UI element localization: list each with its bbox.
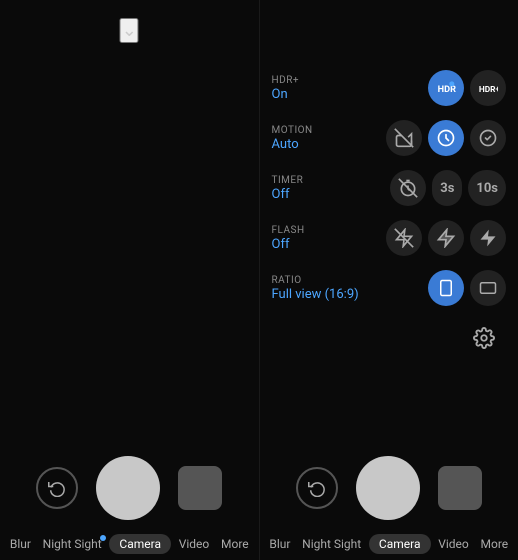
hdr-options: HDR HDR+ — [428, 70, 506, 106]
hdr-plus-button[interactable]: HDR+ — [470, 70, 506, 106]
nav-video-right[interactable]: Video — [434, 535, 473, 553]
nav-more-right[interactable]: More — [477, 535, 513, 553]
timer-options: 3s 10s — [390, 170, 506, 206]
timer-label: TIMER Off — [272, 175, 352, 202]
right-panel: HDR+ On HDR HDR+ MOTION — [260, 0, 518, 560]
flash-value: Off — [272, 237, 352, 252]
nav-nightsight-left[interactable]: Night Sight — [39, 535, 106, 553]
timer-title: TIMER — [272, 175, 352, 186]
shutter-button[interactable] — [96, 456, 160, 520]
left-panel: ⌄ Blur Night Sight Camera Video More — [0, 0, 259, 560]
flash-label: FLASH Off — [272, 225, 352, 252]
nav-more-left[interactable]: More — [217, 535, 253, 553]
flash-title: FLASH — [272, 225, 352, 236]
motion-auto-button[interactable] — [428, 120, 464, 156]
hdr-row: HDR+ On HDR HDR+ — [272, 70, 507, 106]
timer-row: TIMER Off 3s 10s — [272, 170, 507, 206]
nav-camera-left[interactable]: Camera — [109, 534, 171, 554]
motion-off-button[interactable] — [386, 120, 422, 156]
settings-gear-button[interactable] — [466, 320, 502, 356]
flash-auto-button[interactable] — [428, 220, 464, 256]
hdr-value: On — [272, 87, 352, 102]
flash-row: FLASH Off — [272, 220, 507, 256]
left-bottom-nav: Blur Night Sight Camera Video More — [0, 534, 259, 554]
shutter-button-right[interactable] — [356, 456, 420, 520]
flash-options — [386, 220, 506, 256]
night-sight-dot — [100, 535, 106, 541]
timer-value: Off — [272, 187, 352, 202]
motion-label: MOTION Auto — [272, 125, 352, 152]
svg-text:HDR: HDR — [438, 85, 456, 95]
nav-nightsight-right[interactable]: Night Sight — [298, 535, 365, 553]
nav-camera-right[interactable]: Camera — [369, 534, 431, 554]
flash-on-button[interactable] — [470, 220, 506, 256]
flash-off-button[interactable] — [386, 220, 422, 256]
thumbnail-button-right[interactable] — [438, 466, 482, 510]
hdr-title: HDR+ — [272, 75, 352, 86]
hdr-label: HDR+ On — [272, 75, 352, 102]
motion-on-button[interactable] — [470, 120, 506, 156]
nav-blur-left[interactable]: Blur — [6, 535, 35, 553]
ratio-label: RATIO Full view (16:9) — [272, 275, 359, 302]
hdr-auto-button[interactable]: HDR — [428, 70, 464, 106]
right-bottom-nav: Blur Night Sight Camera Video More — [260, 534, 518, 554]
motion-row: MOTION Auto — [272, 120, 507, 156]
ratio-title: RATIO — [272, 275, 359, 286]
motion-value: Auto — [272, 137, 352, 152]
left-bottom-controls — [0, 456, 259, 520]
ratio-row: RATIO Full view (16:9) — [272, 270, 507, 306]
nav-blur-right[interactable]: Blur — [265, 535, 294, 553]
settings-overlay: HDR+ On HDR HDR+ MOTION — [260, 60, 518, 366]
motion-options — [386, 120, 506, 156]
gear-row — [272, 320, 507, 356]
ratio-options — [428, 270, 506, 306]
nav-video-left[interactable]: Video — [175, 535, 214, 553]
svg-text:HDR+: HDR+ — [479, 85, 498, 95]
ratio-full-button[interactable] — [428, 270, 464, 306]
ratio-value: Full view (16:9) — [272, 287, 359, 302]
rotate-button[interactable] — [36, 467, 78, 509]
thumbnail-button[interactable] — [178, 466, 222, 510]
rotate-button-right[interactable] — [296, 467, 338, 509]
timer-off-button[interactable] — [390, 170, 426, 206]
ratio-square-button[interactable] — [470, 270, 506, 306]
timer-3s-button[interactable]: 3s — [432, 170, 462, 206]
timer-10s-button[interactable]: 10s — [468, 170, 506, 206]
right-bottom-controls — [260, 456, 518, 520]
motion-title: MOTION — [272, 125, 352, 136]
chevron-button[interactable]: ⌄ — [120, 18, 139, 43]
